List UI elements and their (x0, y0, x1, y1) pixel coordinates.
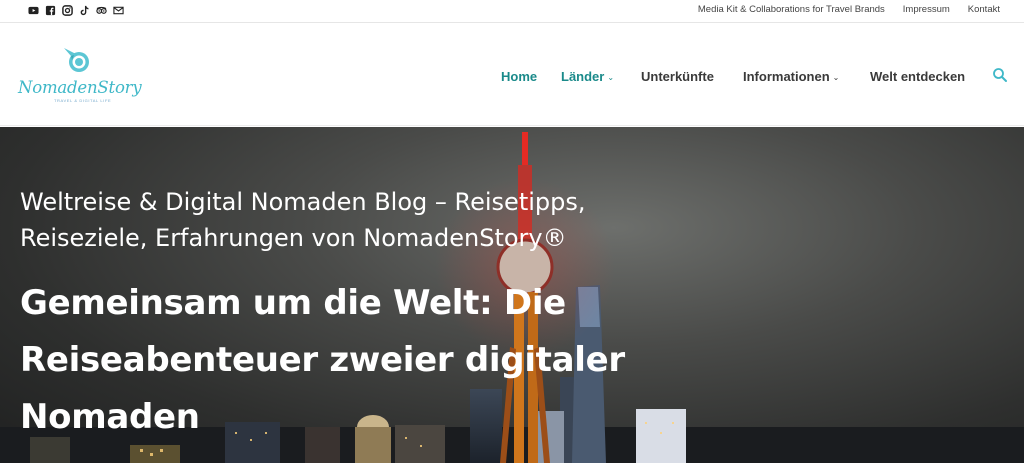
kontakt-link[interactable]: Kontakt (968, 4, 1000, 15)
facebook-icon[interactable] (45, 5, 56, 16)
impressum-link[interactable]: Impressum (903, 4, 950, 15)
chevron-down-icon: ⌄ (832, 73, 840, 82)
nav-laender[interactable]: Länder ⌄ (561, 69, 614, 84)
media-kit-link[interactable]: Media Kit & Collaborations for Travel Br… (698, 4, 885, 15)
mail-icon[interactable] (113, 5, 124, 16)
nav-welt-entdecken-label: Welt entdecken (870, 69, 966, 84)
hero-subtitle: Weltreise & Digital Nomaden Blog – Reise… (20, 188, 586, 252)
hero-banner: Weltreise & Digital Nomaden Blog – Reise… (0, 127, 1024, 463)
nav-laender-label: Länder (561, 69, 605, 84)
nav-informationen[interactable]: Informationen ⌄ (743, 69, 839, 84)
nav-home-label: Home (501, 69, 538, 84)
chevron-down-icon: ⌄ (607, 73, 615, 82)
hero-title: Gemeinsam um die Welt: Die Reiseabenteue… (20, 283, 625, 437)
tripadvisor-icon[interactable] (96, 5, 107, 16)
nav-home[interactable]: Home (501, 69, 537, 84)
youtube-icon[interactable] (28, 5, 39, 16)
search-button[interactable] (992, 67, 1008, 83)
nav-unterkuenfte[interactable]: Unterkünfte (641, 69, 714, 84)
top-links: Media Kit & Collaborations for Travel Br… (680, 4, 1000, 15)
nav-unterkuenfte-label: Unterkünfte (641, 69, 714, 84)
nav-informationen-label: Informationen (743, 69, 830, 84)
social-links (28, 5, 124, 16)
nav-welt-entdecken[interactable]: Welt entdecken (870, 69, 965, 84)
search-icon (993, 68, 1007, 82)
tiktok-icon[interactable] (79, 5, 90, 16)
top-bar: Media Kit & Collaborations for Travel Br… (0, 0, 1024, 23)
instagram-icon[interactable] (62, 5, 73, 16)
main-nav: Home Länder ⌄ Unterkünfte Informationen ⌄ … (0, 24, 1024, 126)
site-header: NomadenStory TRAVEL & DIGITAL LIFE Home … (0, 24, 1024, 126)
